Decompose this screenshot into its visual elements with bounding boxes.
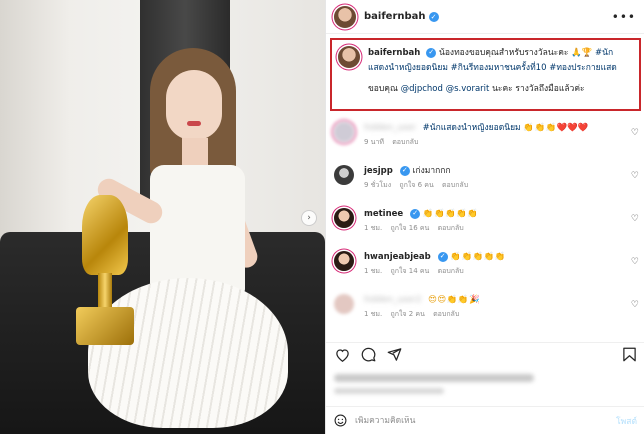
likes-summary-redacted bbox=[334, 372, 634, 396]
golden-trophy bbox=[72, 195, 138, 345]
post-sidebar: baifernbah ✓ ••• baifernbah ✓ น้องทองขอบค… bbox=[325, 0, 644, 434]
heart-icon[interactable]: ♡ bbox=[631, 257, 639, 267]
heart-icon[interactable]: ♡ bbox=[631, 214, 639, 224]
commenter-avatar[interactable] bbox=[334, 294, 354, 314]
caption-username[interactable]: baifernbah bbox=[368, 48, 420, 58]
comment-item: metinee ✓ 👏👏👏👏👏 1 ชม. ถูกใจ 16 คน ตอบกลับ… bbox=[326, 204, 644, 247]
post-photo[interactable]: › bbox=[0, 0, 325, 434]
comment-text: 👏👏👏 bbox=[523, 123, 557, 133]
verified-icon: ✓ bbox=[399, 165, 410, 176]
comment-item: hidden_user2 😍😍👏👏🎉 1 ชม. ถูกใจ 2 คน ตอบก… bbox=[326, 290, 644, 333]
comment-reply-button[interactable]: ตอบกลับ bbox=[438, 224, 464, 232]
author-username[interactable]: baifernbah bbox=[364, 11, 426, 22]
comment-time: 1 ชม. bbox=[364, 224, 383, 232]
emoji-icon[interactable] bbox=[334, 414, 347, 427]
comment-item: hwanjeabjeab ✓ 👏👏👏👏👏 1 ชม. ถูกใจ 14 คน ตอ… bbox=[326, 247, 644, 290]
comment-button[interactable] bbox=[360, 347, 376, 363]
carousel-next-button[interactable]: › bbox=[301, 210, 317, 226]
post-header: baifernbah ✓ ••• bbox=[326, 0, 644, 34]
trophy-base bbox=[76, 307, 134, 345]
commenter-avatar[interactable] bbox=[334, 208, 354, 228]
comment-time: 9 ชั่วโมง bbox=[364, 181, 392, 189]
background-wall bbox=[0, 0, 70, 250]
instagram-post: › baifernbah ✓ ••• baifernbah ✓ น้องทองขอ… bbox=[0, 0, 644, 434]
comment-text: 😍😍👏👏🎉 bbox=[428, 295, 481, 305]
caption-text: น้องทองขอบคุณสำหรับรางวัลนะคะ 🙏🏆 bbox=[439, 48, 593, 58]
heart-icon bbox=[335, 348, 349, 362]
verified-icon: ✓ bbox=[428, 11, 439, 22]
comment-reply-button[interactable]: ตอบกลับ bbox=[442, 181, 468, 189]
comment-likes[interactable]: ถูกใจ 6 คน bbox=[399, 181, 433, 189]
caption-thanks-text: ขอบคุณ bbox=[368, 84, 398, 94]
caption: baifernbah ✓ น้องทองขอบคุณสำหรับรางวัลนะค… bbox=[368, 46, 628, 109]
comment-likes[interactable]: ถูกใจ 2 คน bbox=[391, 310, 425, 318]
caption-thanks-tail: นะคะ รางวัลถึงมือแล้วค่ะ bbox=[492, 84, 585, 94]
commenter-avatar[interactable] bbox=[334, 251, 354, 271]
commenter-username[interactable]: jesjpp bbox=[364, 166, 393, 176]
commenter-username[interactable]: hidden_user2 bbox=[364, 295, 421, 305]
post-comment-button[interactable]: โพสต์ bbox=[616, 414, 637, 428]
comment-reply-button[interactable]: ตอบกลับ bbox=[433, 310, 459, 318]
caption-thanks: ขอบคุณ @djpchod @s.vorarit นะคะ รางวัลถึ… bbox=[368, 82, 628, 97]
comment-item: jesjpp ✓ เก่งมากกก 9 ชั่วโมง ถูกใจ 6 คน ต… bbox=[326, 161, 644, 204]
comment-likes[interactable]: ถูกใจ 14 คน bbox=[391, 267, 430, 275]
add-comment-bar: โพสต์ bbox=[326, 406, 644, 434]
caption-mentions[interactable]: @djpchod @s.vorarit bbox=[401, 84, 490, 94]
bookmark-icon bbox=[622, 347, 636, 362]
face bbox=[166, 70, 222, 140]
comment-hashtag[interactable]: #นักแสดงนำหญิงยอดนิยม bbox=[423, 123, 521, 133]
chevron-right-icon: › bbox=[307, 213, 311, 223]
comment-text: 👏👏👏👏👏 bbox=[422, 209, 479, 219]
white-dress bbox=[150, 165, 245, 295]
neck bbox=[182, 138, 208, 168]
comment-hearts: ❤️❤️❤️ bbox=[556, 123, 589, 133]
verified-icon: ✓ bbox=[426, 47, 437, 58]
comment-time: 9 นาที bbox=[364, 138, 385, 146]
comment-reply-button[interactable]: ตอบกลับ bbox=[392, 138, 418, 146]
comment-time: 1 ชม. bbox=[364, 310, 383, 318]
likes-count-redacted bbox=[334, 374, 534, 382]
heart-icon[interactable]: ♡ bbox=[631, 128, 639, 138]
comment-list: hidden_user #นักแสดงนำหญิงยอดนิยม 👏👏👏❤️❤… bbox=[326, 118, 644, 333]
commenter-avatar[interactable] bbox=[334, 165, 354, 185]
comment-icon bbox=[361, 347, 375, 362]
heart-icon[interactable]: ♡ bbox=[631, 300, 639, 310]
save-button[interactable] bbox=[621, 347, 637, 363]
verified-icon: ✓ bbox=[437, 251, 448, 262]
comment-input[interactable] bbox=[355, 415, 575, 426]
caption-highlight: baifernbah ✓ น้องทองขอบคุณสำหรับรางวัลนะค… bbox=[330, 38, 641, 111]
comment-likes[interactable]: ถูกใจ 16 คน bbox=[391, 224, 430, 232]
author-avatar[interactable] bbox=[334, 5, 356, 28]
comment-reply-button[interactable]: ตอบกลับ bbox=[438, 267, 464, 275]
comment-item: hidden_user #นักแสดงนำหญิงยอดนิยม 👏👏👏❤️❤… bbox=[326, 118, 644, 161]
commenter-username[interactable]: metinee bbox=[364, 209, 403, 219]
post-date-redacted bbox=[334, 388, 444, 394]
more-options-icon[interactable]: ••• bbox=[612, 10, 636, 24]
commenter-username[interactable]: hidden_user bbox=[364, 123, 416, 133]
lips bbox=[187, 121, 201, 126]
commenter-avatar[interactable] bbox=[334, 122, 354, 142]
comment-text: เก่งมากกก bbox=[412, 166, 451, 176]
trophy-figure bbox=[82, 195, 128, 275]
share-icon bbox=[387, 348, 401, 361]
caption-avatar[interactable] bbox=[338, 46, 360, 68]
like-button[interactable] bbox=[334, 347, 350, 363]
heart-icon[interactable]: ♡ bbox=[631, 171, 639, 181]
verified-icon: ✓ bbox=[410, 208, 421, 219]
share-button[interactable] bbox=[386, 347, 402, 363]
comment-time: 1 ชม. bbox=[364, 267, 383, 275]
action-bar bbox=[326, 342, 644, 366]
comment-text: 👏👏👏👏👏 bbox=[450, 252, 506, 262]
commenter-username[interactable]: hwanjeabjeab bbox=[364, 252, 431, 262]
